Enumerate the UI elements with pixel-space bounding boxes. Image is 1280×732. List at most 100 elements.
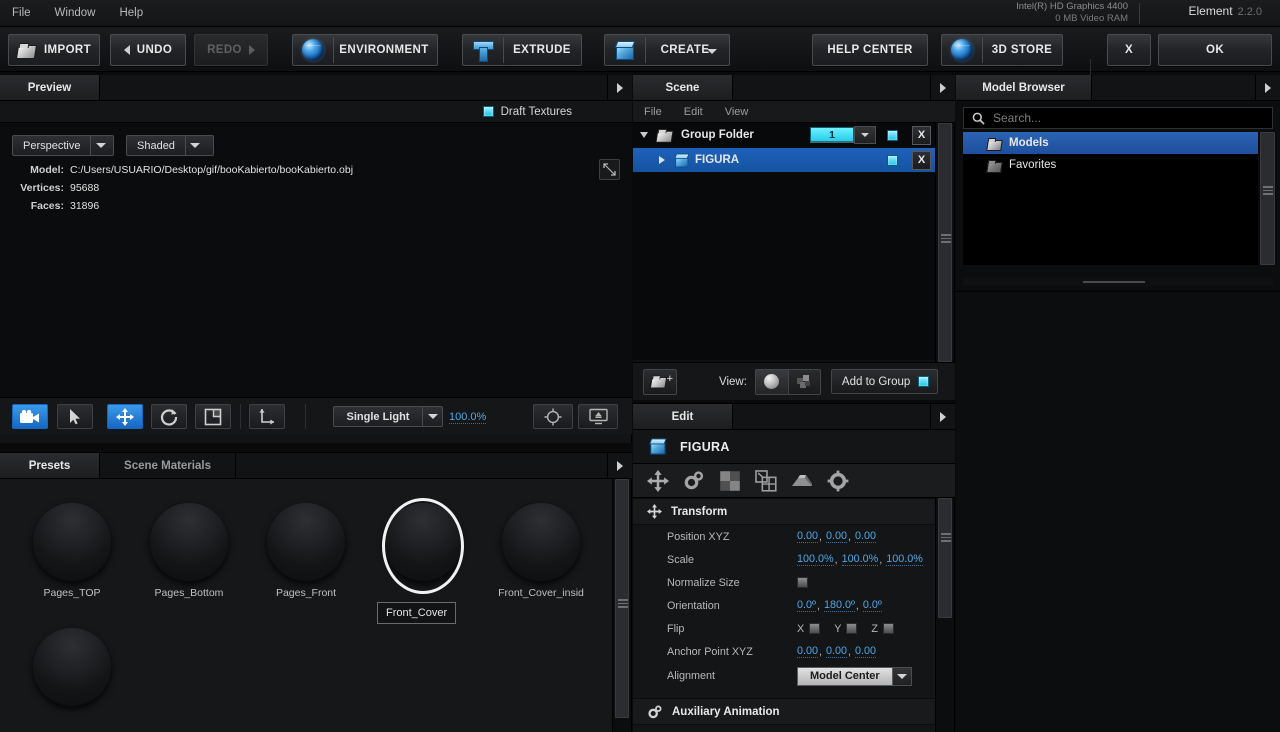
position-x[interactable]: 0.00 [797, 530, 819, 543]
anchor-z[interactable]: 0.00 [855, 645, 877, 658]
scale-x[interactable]: 100.0% [797, 553, 834, 566]
import-button[interactable]: IMPORT [8, 34, 100, 66]
browser-hscroll-thumb[interactable] [1083, 281, 1145, 283]
group-number-field[interactable]: 1 [810, 127, 854, 143]
scene-menu-file[interactable]: File [633, 106, 673, 118]
tab-edit[interactable]: Edit [633, 404, 733, 429]
materials-scrollbar[interactable] [612, 479, 631, 732]
alignment-combo-arrow[interactable] [892, 666, 912, 686]
material-item[interactable] [14, 628, 130, 712]
extrude-button[interactable]: EXTRUDE [462, 34, 582, 66]
browser-panel-menu-button[interactable] [1256, 75, 1280, 100]
material-item[interactable]: Pages_Front [248, 503, 364, 599]
browser-scrollbar[interactable] [1258, 132, 1277, 265]
create-button[interactable]: CREATE [604, 34, 730, 66]
anchor-x[interactable]: 0.00 [797, 645, 819, 658]
material-item[interactable]: Pages_Bottom [131, 503, 247, 599]
expand-viewport-button[interactable] [599, 159, 620, 180]
flip-y-checkbox[interactable] [846, 623, 858, 634]
delete-row-button[interactable]: X [912, 150, 931, 170]
tab-model-browser[interactable]: Model Browser [956, 75, 1092, 100]
preview-panel-menu-button[interactable] [608, 75, 632, 100]
menu-item-file[interactable]: File [0, 4, 43, 22]
section-transform-header[interactable]: Transform [633, 498, 936, 525]
rotate-tool-button[interactable] [151, 404, 187, 429]
move-tool-button[interactable] [107, 404, 143, 429]
preview-viewport[interactable]: Perspective Shaded Model: C:/Users/USUAR… [0, 123, 632, 397]
material-item[interactable]: Pages_TOP [14, 503, 130, 599]
camera-mode-dropdown[interactable]: Perspective [12, 135, 114, 156]
scale-z[interactable]: 100.0% [886, 553, 923, 566]
camera-tool-button[interactable] [12, 404, 48, 429]
flip-x-checkbox[interactable] [809, 623, 821, 634]
extrude-shape-icon[interactable] [791, 470, 813, 492]
scene-scrollbar-thumb[interactable] [938, 123, 952, 362]
anchor-y[interactable]: 0.00 [826, 645, 848, 658]
tab-scene[interactable]: Scene [633, 75, 733, 100]
material-item[interactable]: Front_Cover_insid [483, 503, 599, 599]
light-intensity-value[interactable]: 100.0% [449, 411, 487, 424]
browser-item-favorites[interactable]: Favorites [963, 154, 1258, 176]
shading-mode-dropdown[interactable]: Shaded [126, 135, 214, 156]
scene-panel-menu-button[interactable] [931, 75, 955, 100]
replicator-icon[interactable] [755, 469, 777, 492]
tab-preview[interactable]: Preview [0, 75, 100, 100]
add-to-group-checkbox[interactable] [918, 376, 930, 387]
ok-button[interactable]: OK [1158, 34, 1272, 66]
view-mode-wireframe-button[interactable] [787, 369, 820, 394]
alignment-combo-value[interactable]: Model Center [797, 666, 893, 686]
settings-gear-icon[interactable] [827, 470, 849, 492]
new-group-folder-button[interactable]: + [643, 368, 677, 395]
menu-item-window[interactable]: Window [43, 4, 108, 22]
axis-tool-button[interactable] [249, 404, 285, 429]
tree-row[interactable]: Group Folder 1 X [633, 123, 936, 148]
fit-to-screen-button[interactable] [578, 404, 618, 429]
add-to-group-button[interactable]: Add to Group [830, 369, 939, 394]
view-mode-shaded-button[interactable] [755, 369, 788, 394]
view-mode-group[interactable] [754, 368, 821, 395]
search-bar[interactable] [963, 107, 1273, 129]
browser-scrollbar-thumb[interactable] [1260, 132, 1275, 265]
select-tool-button[interactable] [57, 404, 93, 429]
help-center-button[interactable]: HELP CENTER [812, 34, 928, 66]
visibility-toggle[interactable] [887, 129, 898, 141]
group-number-dropdown[interactable] [854, 126, 876, 144]
orientation-x[interactable]: 0.0º [797, 599, 816, 612]
tab-scene-materials[interactable]: Scene Materials [100, 453, 236, 478]
scene-menu-view[interactable]: View [714, 106, 760, 118]
environment-button[interactable]: ENVIRONMENT [292, 34, 438, 66]
scene-scrollbar[interactable] [935, 123, 954, 362]
tab-presets[interactable]: Presets [0, 453, 100, 478]
close-button[interactable]: X [1107, 34, 1151, 66]
3d-store-button[interactable]: 3D STORE [941, 34, 1063, 66]
flip-z-checkbox[interactable] [883, 623, 895, 634]
orientation-z[interactable]: 0.0º [862, 599, 882, 612]
delete-row-button[interactable]: X [912, 125, 931, 145]
materials-panel-menu-button[interactable] [608, 453, 632, 478]
orientation-y[interactable]: 180.0º [823, 599, 855, 612]
redo-button[interactable]: REDO [194, 34, 268, 66]
scene-menu-edit[interactable]: Edit [673, 106, 714, 118]
auxiliary-animation-icon[interactable] [683, 470, 705, 492]
material-grid[interactable]: Pages_TOP Pages_Bottom Pages_Front Front… [0, 479, 613, 732]
draft-textures-checkbox[interactable] [482, 106, 494, 117]
undo-button[interactable]: UNDO [110, 34, 186, 66]
position-z[interactable]: 0.00 [855, 530, 877, 543]
scale-tool-button[interactable] [195, 404, 231, 429]
scene-tree[interactable]: Group Folder 1 X FIGURA X [633, 123, 936, 360]
edit-panel-menu-button[interactable] [931, 404, 955, 429]
light-mode-dropdown[interactable]: Single Light [333, 406, 443, 427]
scale-y[interactable]: 100.0% [841, 553, 879, 566]
visibility-toggle[interactable] [887, 154, 898, 166]
search-input[interactable] [993, 111, 1253, 125]
edit-scrollbar-thumb[interactable] [938, 498, 952, 618]
browser-item-models[interactable]: Models [963, 132, 1258, 154]
expand-toggle[interactable] [651, 156, 673, 164]
browser-folder-list[interactable]: Models Favorites [963, 132, 1258, 265]
materials-scrollbar-thumb[interactable] [615, 479, 629, 718]
expand-toggle[interactable] [633, 132, 655, 138]
materials-icon[interactable] [719, 470, 741, 492]
tree-row[interactable]: FIGURA X [633, 148, 936, 173]
section-auxiliary-animation-header[interactable]: Auxiliary Animation [633, 698, 936, 725]
position-y[interactable]: 0.00 [826, 530, 848, 543]
